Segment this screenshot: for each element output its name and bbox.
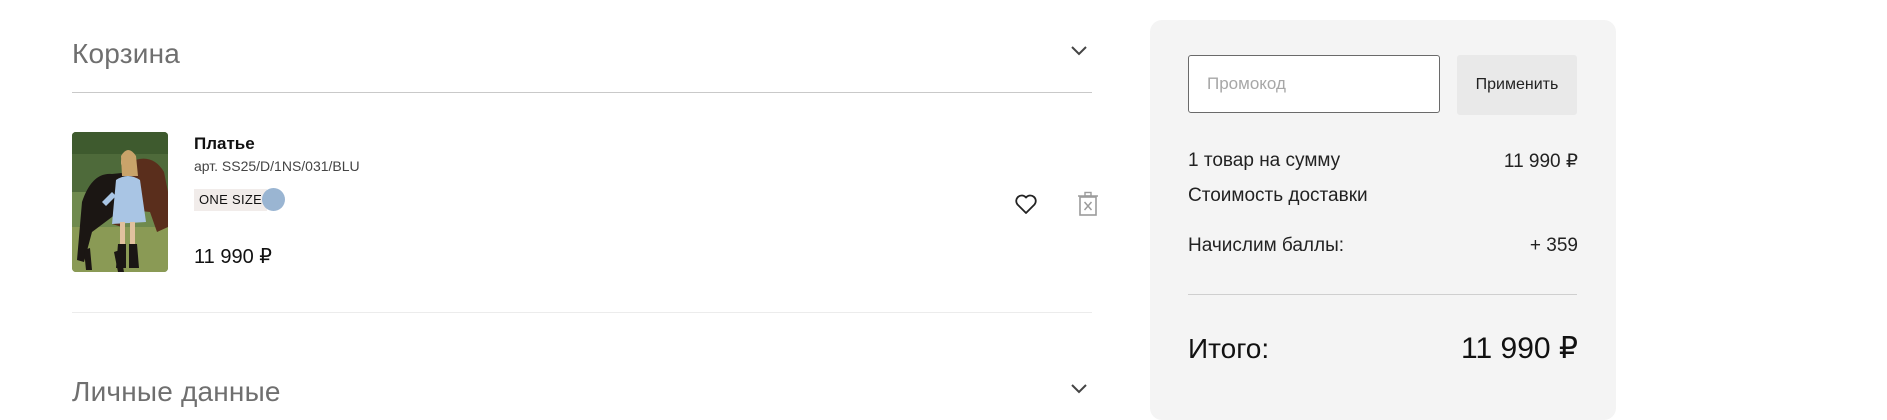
cart-section-title[interactable]: Корзина <box>72 38 180 70</box>
promo-code-input[interactable] <box>1188 55 1440 113</box>
delivery-cost-label: Стоимость доставки <box>1188 185 1368 206</box>
trash-icon[interactable] <box>1077 191 1099 217</box>
chevron-down-icon[interactable] <box>1066 376 1092 402</box>
product-name[interactable]: Платье <box>194 134 255 154</box>
items-sum-label: 1 товар на сумму <box>1188 150 1341 171</box>
chevron-down-icon[interactable] <box>1066 38 1092 64</box>
size-badge: ONE SIZE <box>194 189 268 211</box>
summary-divider <box>1188 294 1577 295</box>
items-sum-value: 11 990 ₽ <box>1503 151 1578 172</box>
total-value: 11 990 ₽ <box>1461 332 1578 365</box>
product-image <box>72 132 168 272</box>
checkout-left-column: Корзина Платье арт. SS25/D/1NS/031/BLU O… <box>0 0 1120 413</box>
cart-item-divider <box>72 312 1092 313</box>
bonus-points-label: Начислим баллы: <box>1188 235 1345 256</box>
order-summary-panel: Применить 1 товар на сумму 11 990 ₽ Стои… <box>1150 20 1616 420</box>
product-thumbnail[interactable] <box>72 132 168 272</box>
color-swatch <box>262 188 285 211</box>
product-price: 11 990 ₽ <box>194 246 272 268</box>
bonus-points-value: + 359 <box>1529 235 1578 256</box>
personal-section-title[interactable]: Личные данные <box>72 376 281 408</box>
cart-header-divider <box>72 92 1092 93</box>
total-label: Итого: <box>1188 333 1270 364</box>
heart-icon[interactable] <box>1014 193 1038 215</box>
apply-promo-button[interactable]: Применить <box>1457 55 1577 115</box>
product-sku: арт. SS25/D/1NS/031/BLU <box>194 158 360 174</box>
